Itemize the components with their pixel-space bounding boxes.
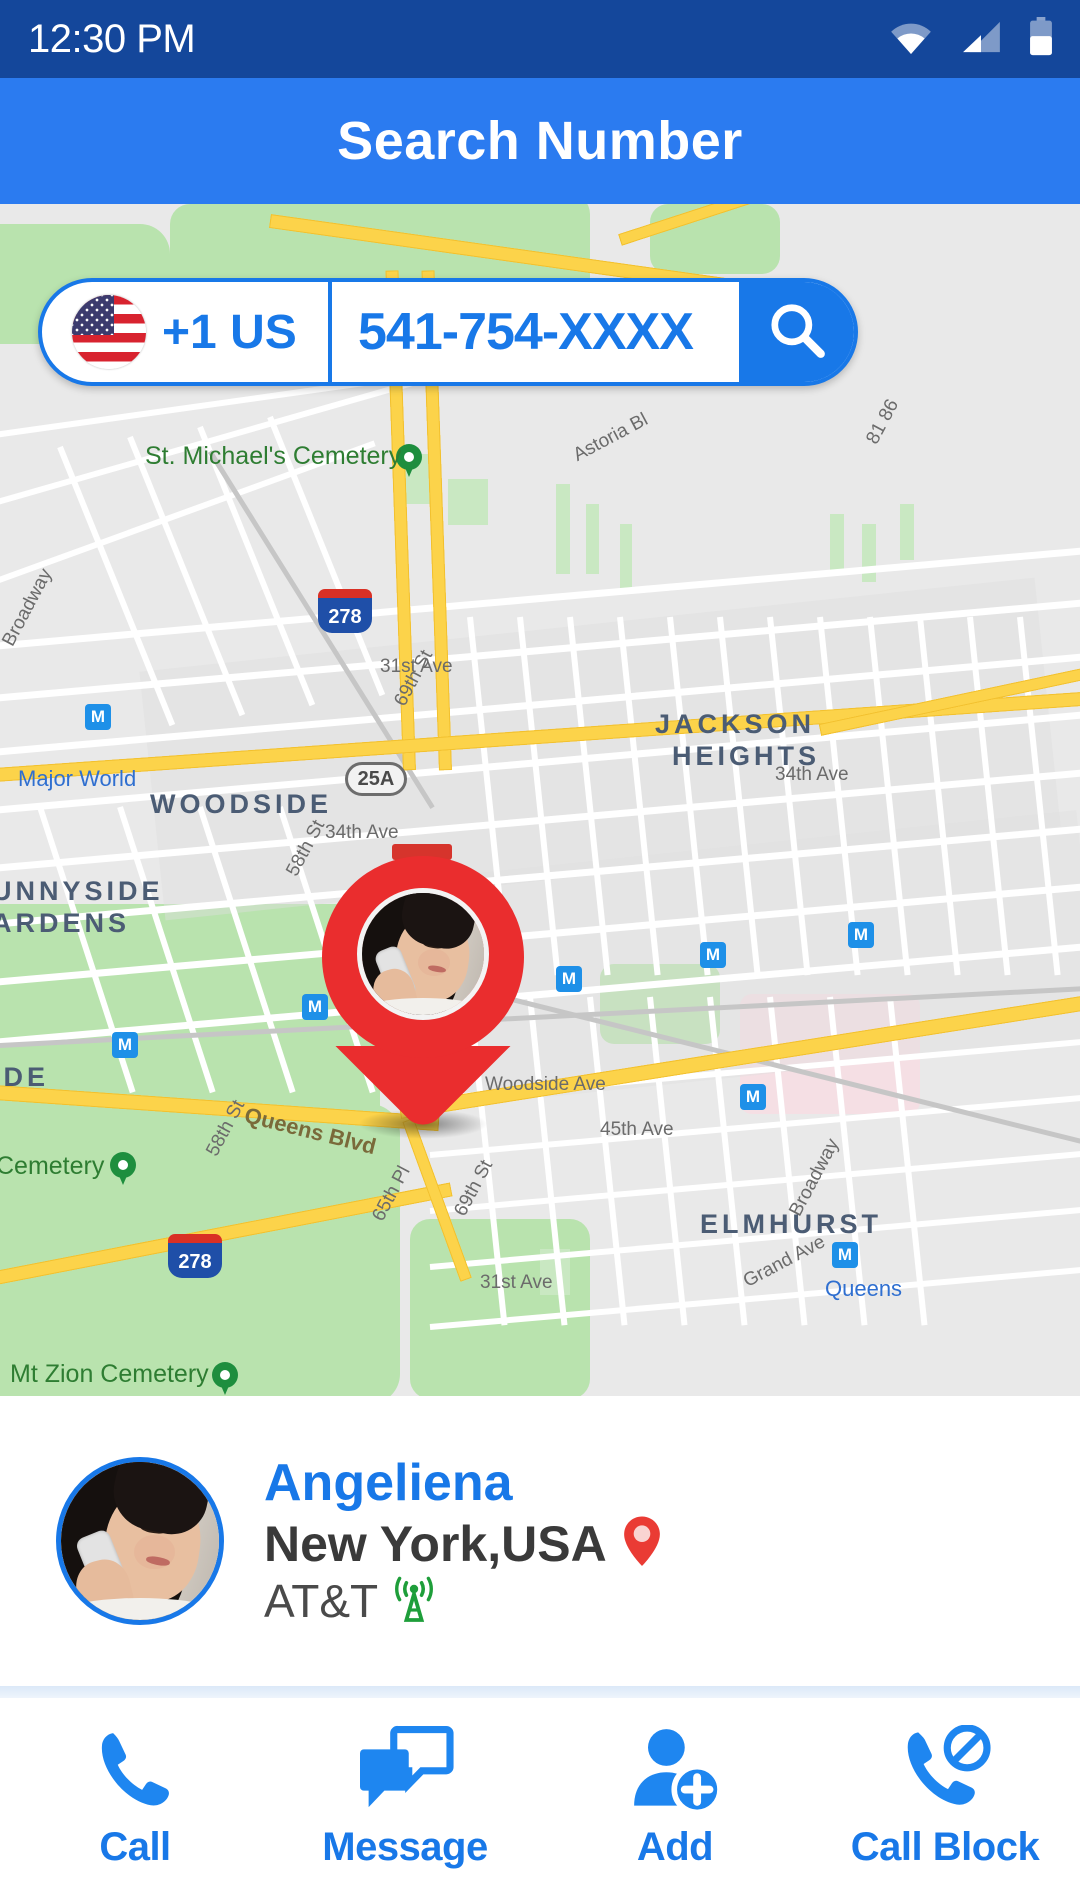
map-area-label: IDE bbox=[0, 1062, 50, 1092]
subway-station-icon: M bbox=[700, 942, 726, 968]
contact-location: New York,USA bbox=[264, 1515, 607, 1572]
subway-station-icon: M bbox=[556, 966, 582, 992]
contact-info-card: Angeliena New York,USA AT&T bbox=[0, 1396, 1080, 1686]
subway-station-icon: M bbox=[740, 1084, 766, 1110]
cemetery-poi-icon bbox=[110, 1152, 136, 1186]
chat-bubbles-icon bbox=[356, 1723, 454, 1815]
map-area-label: UNNYSIDE bbox=[0, 876, 164, 906]
map-poi-label: Queens bbox=[825, 1276, 903, 1301]
phone-input-wrapper[interactable] bbox=[332, 282, 739, 382]
subway-station-icon: M bbox=[112, 1032, 138, 1058]
map-park bbox=[830, 514, 844, 574]
map-place-label: Cemetery bbox=[0, 1152, 105, 1180]
search-icon bbox=[766, 299, 828, 366]
subway-station-icon: M bbox=[85, 704, 111, 730]
pin-contact-photo bbox=[357, 888, 489, 1020]
status-bar-icons bbox=[888, 16, 1054, 62]
country-code-label: +1 US bbox=[162, 305, 297, 359]
map-park bbox=[448, 479, 488, 525]
highway-shield-278: 278 bbox=[168, 1234, 222, 1278]
cellular-signal-icon bbox=[960, 20, 1002, 59]
add-person-icon bbox=[628, 1723, 722, 1815]
us-flag-icon bbox=[72, 295, 146, 369]
contact-details: Angeliena New York,USA AT&T bbox=[264, 1453, 663, 1629]
map-park bbox=[900, 504, 914, 560]
action-bar: Call Message Add Call Block bbox=[0, 1698, 1080, 1895]
section-divider bbox=[0, 1686, 1080, 1698]
contact-carrier-row: AT&T bbox=[264, 1574, 663, 1629]
location-pin-icon bbox=[621, 1514, 663, 1573]
search-button[interactable] bbox=[739, 282, 854, 382]
map-street-label: 45th Ave bbox=[600, 1119, 674, 1140]
contact-location-row: New York,USA bbox=[264, 1514, 663, 1574]
contact-name: Angeliena bbox=[264, 1454, 513, 1513]
add-label: Add bbox=[636, 1825, 714, 1869]
cell-tower-icon bbox=[388, 1576, 440, 1629]
call-block-label: Call Block bbox=[850, 1825, 1040, 1869]
message-button[interactable]: Message bbox=[270, 1723, 540, 1870]
map-area-label: JACKSON bbox=[655, 709, 816, 739]
page-title: Search Number bbox=[337, 111, 743, 171]
call-button[interactable]: Call bbox=[0, 1723, 270, 1870]
subway-station-icon: M bbox=[832, 1242, 858, 1268]
map-area-label: WOODSIDE bbox=[150, 789, 333, 819]
phone-search-bar[interactable]: +1 US bbox=[38, 278, 858, 386]
map-place-label: Mt Zion Cemetery bbox=[10, 1360, 209, 1388]
map-street-label: 34th Ave bbox=[325, 822, 399, 843]
status-bar: 12:30 PM bbox=[0, 0, 1080, 78]
avatar bbox=[56, 1457, 224, 1625]
map-poi-label: Major World bbox=[18, 766, 137, 791]
app-bar: Search Number bbox=[0, 78, 1080, 204]
map-park bbox=[620, 524, 632, 590]
contact-carrier: AT&T bbox=[264, 1574, 379, 1627]
map-street-label: 31st Ave bbox=[480, 1272, 553, 1293]
map-park bbox=[556, 484, 570, 574]
phone-number-input[interactable] bbox=[358, 302, 739, 362]
selected-location-pin[interactable] bbox=[322, 856, 524, 1134]
highway-shield-278: 278 bbox=[318, 589, 372, 633]
wifi-icon bbox=[888, 20, 934, 59]
country-code-selector[interactable]: +1 US bbox=[42, 282, 332, 382]
map-place-label: St. Michael's Cemetery bbox=[145, 442, 402, 470]
call-label: Call bbox=[99, 1825, 171, 1869]
battery-icon bbox=[1028, 16, 1054, 62]
cemetery-poi-icon bbox=[212, 1362, 238, 1396]
map-park bbox=[586, 504, 599, 574]
phone-icon bbox=[90, 1723, 180, 1815]
route-badge-25a: 25A bbox=[345, 762, 407, 796]
add-contact-button[interactable]: Add bbox=[540, 1723, 810, 1870]
subway-station-icon: M bbox=[848, 922, 874, 948]
call-block-button[interactable]: Call Block bbox=[810, 1723, 1080, 1870]
map-area-label: ARDENS bbox=[0, 908, 131, 938]
map-street-label: 34th Ave bbox=[775, 764, 849, 785]
map-area-label: ELMHURST bbox=[700, 1209, 882, 1239]
status-bar-clock: 12:30 PM bbox=[28, 16, 196, 61]
call-block-icon bbox=[898, 1723, 992, 1815]
message-label: Message bbox=[322, 1825, 488, 1869]
